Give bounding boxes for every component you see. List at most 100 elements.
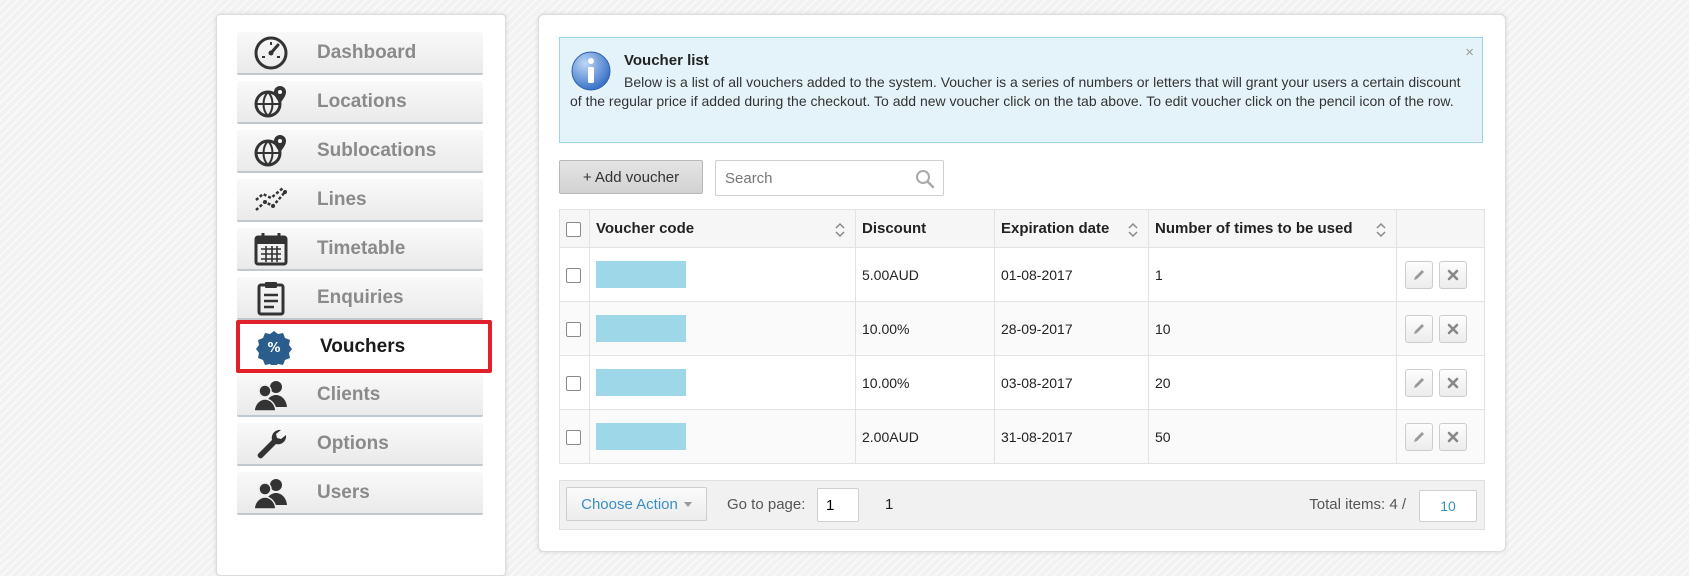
calendar-icon [249,229,293,269]
delete-button[interactable] [1438,260,1467,289]
table-row: 10.00% 28-09-2017 10 [559,301,1485,356]
actions-cell [1396,409,1485,464]
table-header-row: Voucher code Discount Expiration date Nu… [559,209,1485,248]
line-graph-icon [249,180,293,220]
voucher-code-redacted [596,369,686,396]
row-select-cell [559,409,590,464]
row-select-cell [559,247,590,302]
notice-body: Below is a list of all vouchers added to… [570,74,1461,109]
sidebar-item-dashboard[interactable]: Dashboard [237,32,483,75]
voucher-code-cell [589,301,856,356]
sidebar-item-label: Users [317,481,370,503]
search-icon[interactable] [915,169,935,189]
close-icon[interactable]: × [1465,44,1474,61]
voucher-code-redacted [596,423,686,450]
sidebar-item-users[interactable]: Users [237,472,483,515]
header-discount: Discount [855,209,995,248]
edit-button[interactable] [1405,422,1433,451]
row-select-cell [559,301,590,356]
uses-cell: 10 [1148,301,1397,356]
goto-page-input[interactable] [817,488,859,522]
chevron-down-icon [683,501,692,507]
sidebar-item-label: Options [317,432,389,454]
sidebar-item-label: Lines [317,188,367,210]
actions-cell [1396,247,1485,302]
select-all-checkbox[interactable] [566,221,581,237]
sidebar-item-label: Clients [317,383,381,405]
pencil-icon [1414,323,1424,334]
voucher-code-redacted [596,261,686,288]
table-row: 10.00% 03-08-2017 20 [559,355,1485,410]
sidebar-item-label: Sublocations [317,139,437,161]
table-footer: Choose Action Go to page: 1 Total items:… [559,480,1485,530]
delete-button[interactable] [1438,314,1467,343]
sidebar-item-enquiries[interactable]: Enquiries [237,277,483,320]
sidebar-item-options[interactable]: Options [237,423,483,466]
users-icon [249,473,293,513]
pencil-icon [1414,431,1424,442]
sidebar-item-lines[interactable]: Lines [237,179,483,222]
header-expiration-date[interactable]: Expiration date [994,209,1149,248]
row-checkbox[interactable] [566,375,581,391]
voucher-code-cell [589,247,856,302]
close-icon [1447,377,1459,388]
actions-cell [1396,301,1485,356]
uses-cell: 50 [1148,409,1397,464]
vouchers-table: Voucher code Discount Expiration date Nu… [559,209,1485,464]
pencil-icon [1414,269,1424,280]
header-uses[interactable]: Number of times to be used [1148,209,1397,248]
sidebar-item-locations[interactable]: Locations [237,81,483,124]
discount-cell: 2.00AUD [855,409,995,464]
header-actions [1396,209,1485,248]
dashboard-gauge-icon [249,33,293,73]
discount-cell: 10.00% [855,301,995,356]
add-voucher-button[interactable]: + Add voucher [559,160,703,194]
header-label: Expiration date [1001,220,1110,237]
voucher-code-redacted [596,315,686,342]
sidebar-nav: Dashboard Locations Sublocations Lines T… [216,14,506,576]
sidebar-item-label: Locations [317,90,407,112]
sidebar-item-label: Dashboard [317,41,417,63]
close-icon [1447,269,1459,280]
edit-button[interactable] [1405,314,1433,343]
header-select-all [559,209,590,248]
voucher-code-cell [589,355,856,410]
table-row: 2.00AUD 31-08-2017 50 [559,409,1485,464]
clipboard-icon [249,278,293,318]
sidebar-item-sublocations[interactable]: Sublocations [237,130,483,173]
edit-button[interactable] [1405,260,1433,289]
header-label: Voucher code [596,220,695,237]
sort-icon[interactable] [1128,222,1138,238]
search-input[interactable] [723,161,917,195]
row-checkbox[interactable] [566,321,581,337]
edit-button[interactable] [1405,368,1433,397]
row-checkbox[interactable] [566,267,581,283]
row-checkbox[interactable] [566,429,581,445]
table-row: 5.00AUD 01-08-2017 1 [559,247,1485,302]
sort-icon[interactable] [835,222,845,238]
sidebar-item-vouchers[interactable]: % Vouchers [236,320,492,373]
search-box [715,160,944,196]
delete-button[interactable] [1438,368,1467,397]
main-panel: Voucher list Below is a list of all vouc… [538,14,1506,552]
actions-cell [1396,355,1485,410]
sidebar-item-clients[interactable]: Clients [237,374,483,417]
header-label: Discount [862,220,927,237]
delete-button[interactable] [1438,422,1467,451]
globe-pin-icon [249,131,293,171]
header-voucher-code[interactable]: Voucher code [589,209,856,248]
expiration-cell: 28-09-2017 [994,301,1149,356]
users-icon [249,375,293,415]
sidebar-item-label: Enquiries [317,286,404,308]
choose-action-dropdown[interactable]: Choose Action [566,487,707,521]
header-label: Number of times to be used [1155,220,1353,237]
info-notice: Voucher list Below is a list of all vouc… [559,37,1483,143]
sort-icon[interactable] [1376,222,1386,238]
page-number-link[interactable]: 1 [885,496,893,513]
row-select-cell [559,355,590,410]
sidebar-item-timetable[interactable]: Timetable [237,228,483,271]
per-page-selector[interactable]: 10 [1419,490,1477,522]
goto-page-label: Go to page: [727,496,806,513]
sidebar-item-label: Vouchers [320,335,406,357]
discount-cell: 5.00AUD [855,247,995,302]
